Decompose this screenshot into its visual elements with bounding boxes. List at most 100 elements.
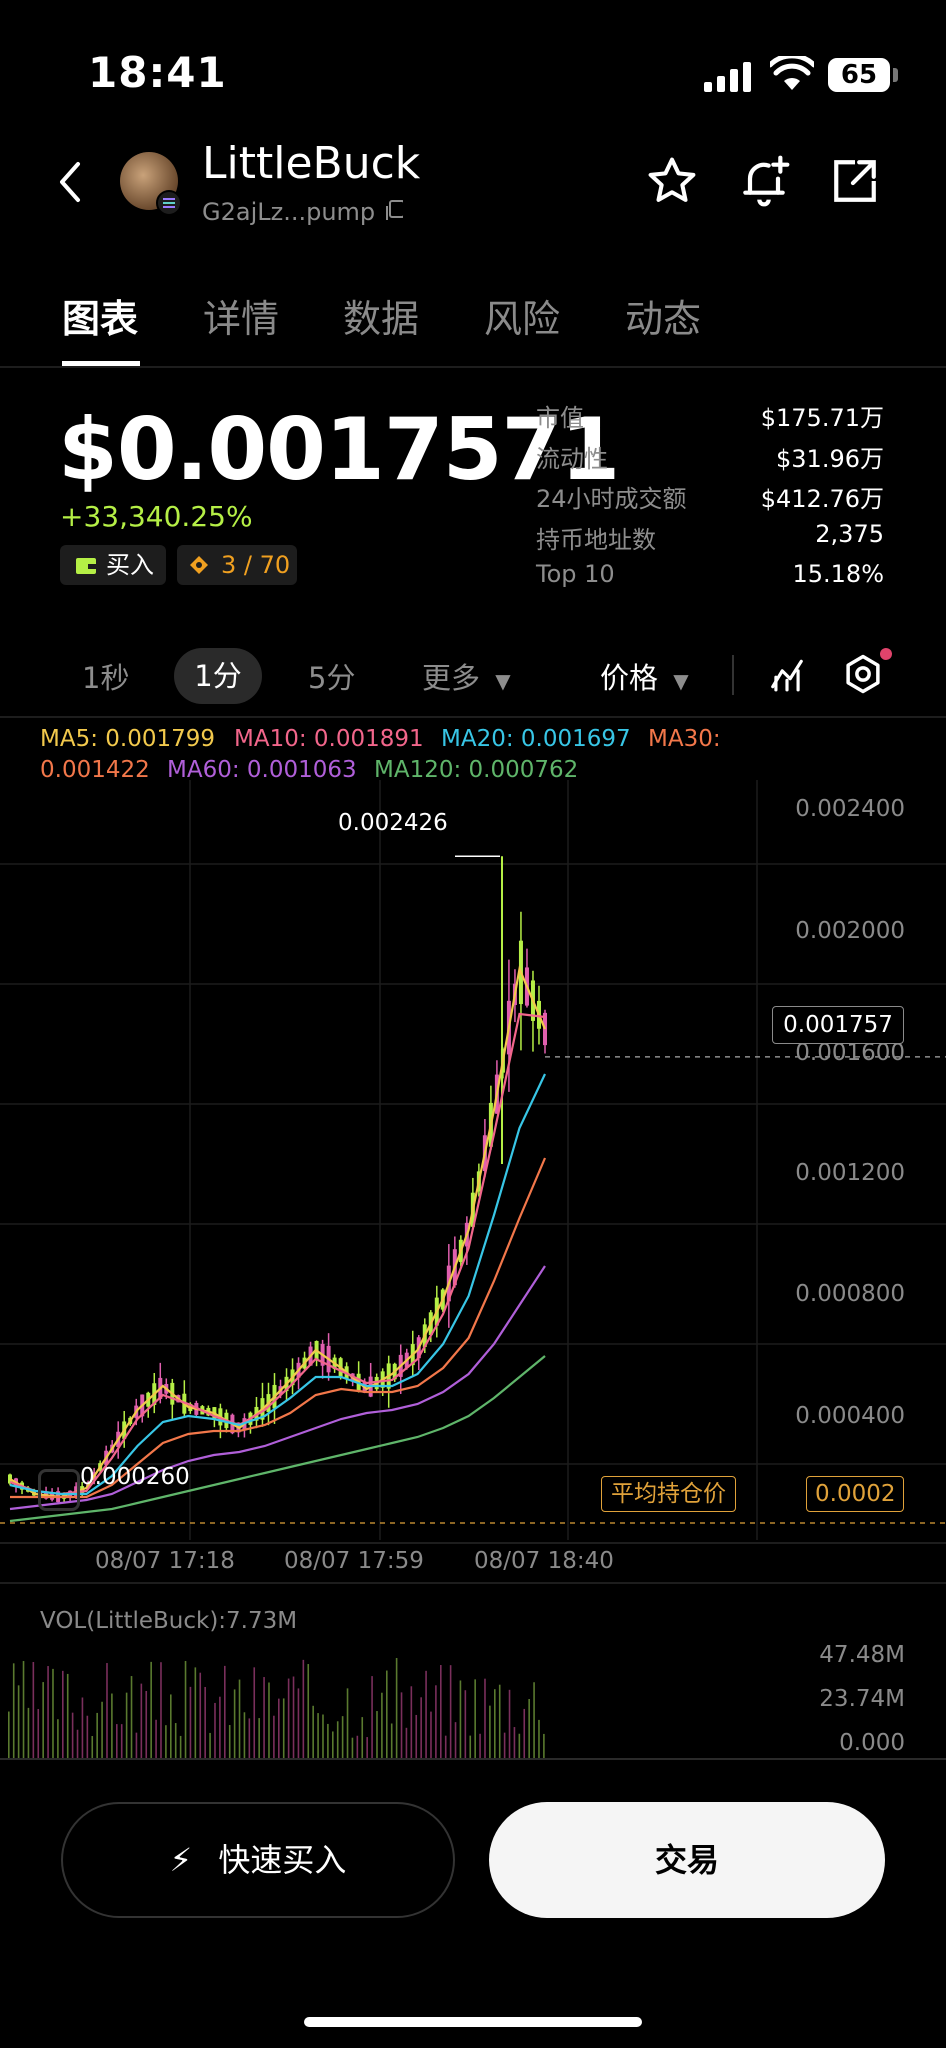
vol-tick-0: 47.48M (819, 1642, 905, 1668)
volume-bar-57 (287, 1678, 290, 1758)
volume-bar-53 (268, 1682, 270, 1758)
volume-bar-72 (361, 1717, 364, 1758)
ma5-legend-text: MA5: 0.001799 (40, 726, 216, 752)
volume-bar-54 (273, 1715, 275, 1758)
volume-bar-69 (346, 1688, 349, 1758)
ma-line-ma10 (9, 1012, 546, 1496)
volume-bar-64 (322, 1714, 324, 1758)
tab-risk[interactable]: 风险 (484, 288, 560, 343)
volume-bar-93 (464, 1690, 467, 1758)
star-icon[interactable] (645, 154, 699, 208)
volume-bar-29 (150, 1661, 152, 1758)
timeframe-5m[interactable]: 5分 (308, 655, 355, 697)
vol-tick-2: 0.000 (839, 1730, 905, 1756)
volume-bar-36 (184, 1660, 187, 1758)
stat-value-24h-volume: $412.76万 (760, 485, 884, 513)
x-tick-0: 08/07 17:18 (95, 1548, 235, 1574)
tab-details[interactable]: 详情 (203, 288, 279, 343)
volume-bar-10 (57, 1719, 59, 1758)
price-type-label: 价格 (600, 661, 659, 695)
quick-buy-button[interactable]: ⚡ 快速买入 (61, 1802, 455, 1918)
volume-bar-97 (484, 1678, 486, 1758)
volume-bar-4 (27, 1707, 30, 1758)
trade-button[interactable]: 交易 (489, 1802, 885, 1918)
y-tick-5: 0.000400 (795, 1403, 905, 1429)
volume-bar-26 (135, 1732, 138, 1758)
volume-bar-35 (179, 1735, 182, 1758)
volume-bar-9 (52, 1668, 54, 1758)
volume-bar-11 (62, 1670, 64, 1758)
indicator-chart-icon[interactable] (768, 654, 806, 694)
back-chevron-icon[interactable] (56, 160, 86, 204)
tabs-divider (0, 366, 946, 368)
volume-bar-7 (42, 1682, 44, 1758)
timeframe-more-label: 更多 (422, 661, 481, 695)
audit-chip[interactable]: 3 / 70 (177, 545, 297, 585)
volume-bar-1 (12, 1663, 15, 1758)
volume-bar-109 (543, 1733, 545, 1758)
stat-label-liquidity: 流动性 (536, 445, 608, 473)
volume-bar-100 (498, 1684, 501, 1758)
volume-bar-71 (356, 1735, 359, 1758)
copy-icon[interactable] (385, 200, 403, 220)
volume-bar-70 (351, 1737, 354, 1758)
volume-bar-5 (32, 1661, 35, 1758)
volume-bar-99 (494, 1689, 496, 1758)
chart-bottom-divider (0, 1542, 946, 1544)
volume-bar-104 (518, 1733, 521, 1758)
timeframe-1s[interactable]: 1秒 (82, 655, 129, 697)
volume-bar-16 (86, 1715, 89, 1758)
volume-bar-20 (106, 1663, 108, 1758)
volume-bar-44 (224, 1665, 226, 1758)
volume-bar-89 (444, 1735, 447, 1758)
volume-bar-63 (317, 1713, 319, 1758)
battery-indicator: 65 (828, 58, 890, 92)
volume-bar-103 (513, 1727, 516, 1758)
volume-bar-23 (120, 1724, 123, 1758)
timeframe-1m[interactable]: 1分 (174, 648, 262, 704)
volume-bar-21 (111, 1693, 113, 1758)
volume-bar-47 (238, 1679, 241, 1758)
ma20-legend-text: MA20: 0.001697 (441, 726, 631, 752)
volume-bar-88 (440, 1665, 442, 1758)
volume-bar-8 (47, 1666, 49, 1758)
volume-bar-12 (66, 1673, 69, 1758)
volume-bar-46 (233, 1689, 236, 1758)
timeframe-more-dropdown[interactable]: 更多 ▼ (422, 655, 511, 697)
add-alert-bell-icon[interactable] (736, 152, 792, 210)
volume-bar-65 (327, 1723, 329, 1758)
caret-down-icon: ▼ (673, 669, 689, 693)
x-tick-2: 08/07 18:40 (474, 1548, 614, 1574)
ma5-legend: MA5: 0.001799 (40, 726, 215, 752)
share-external-icon[interactable] (830, 156, 880, 206)
tab-data[interactable]: 数据 (343, 288, 419, 343)
tab-chart[interactable]: 图表 (62, 288, 138, 343)
volume-bar-14 (76, 1729, 79, 1758)
volume-bar-62 (312, 1705, 314, 1758)
battery-tip (893, 68, 898, 82)
stat-value-top10: 15.18% (792, 560, 884, 588)
avg-cost-label: 平均持仓价 (601, 1476, 736, 1512)
volume-bar-59 (297, 1688, 300, 1758)
volume-bar-83 (415, 1714, 418, 1758)
toolbar-divider-line (0, 716, 946, 718)
volume-bar-76 (381, 1692, 383, 1758)
low-price-label: 0.000260 (80, 1464, 190, 1490)
token-name: LittleBuck (202, 138, 421, 189)
ma-line-ma30 (10, 1157, 547, 1499)
volume-bar-81 (405, 1727, 408, 1758)
volume-bar-22 (116, 1724, 118, 1758)
audit-chip-ratio: 3 / 70 (221, 551, 291, 579)
y-tick-0: 0.002400 (795, 796, 905, 822)
volume-bar-82 (410, 1686, 413, 1758)
tab-activity[interactable]: 动态 (625, 288, 701, 343)
volume-bar-75 (376, 1711, 378, 1758)
buy-chip[interactable]: 买入 (60, 545, 166, 585)
volume-bar-108 (538, 1719, 540, 1758)
price-type-dropdown[interactable]: 价格 ▼ (600, 655, 689, 697)
ma10-legend: MA10: 0.001891 (234, 726, 424, 752)
y-tick-3: 0.001200 (795, 1160, 905, 1186)
volume-bar-79 (395, 1658, 398, 1758)
volume-bar-51 (258, 1718, 260, 1758)
settings-hexagon-icon[interactable] (842, 652, 884, 696)
